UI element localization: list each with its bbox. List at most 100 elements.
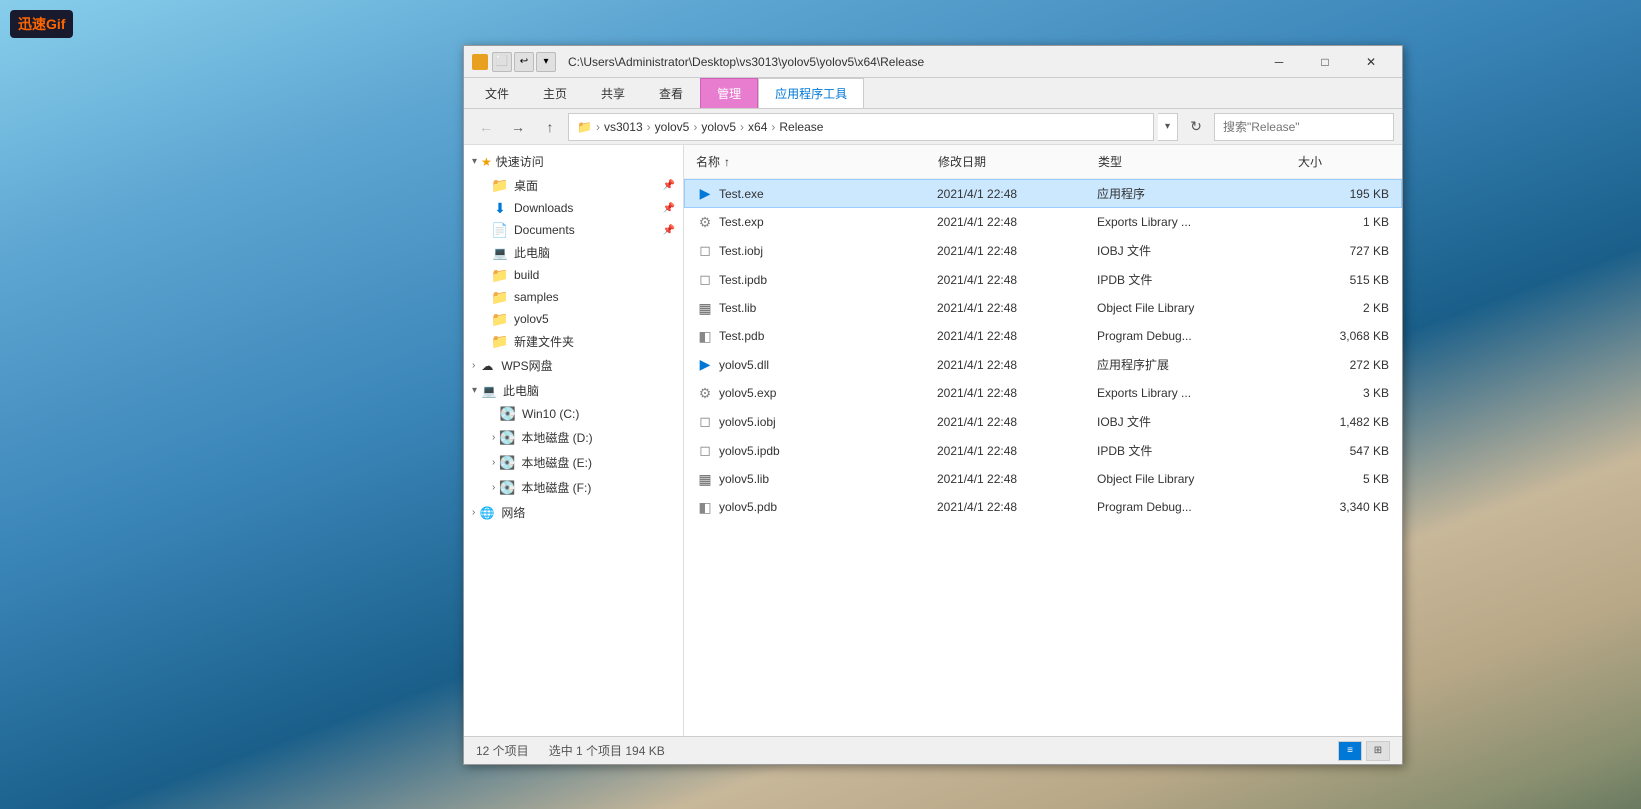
header-size[interactable]: 大小 bbox=[1294, 149, 1394, 174]
file-icon: ▶ bbox=[697, 357, 713, 373]
breadcrumb-release[interactable]: Release bbox=[779, 120, 823, 134]
table-row[interactable]: ◻ Test.ipdb 2021/4/1 22:48 IPDB 文件 515 K… bbox=[684, 265, 1402, 294]
quick-btn-3[interactable]: ▾ bbox=[536, 52, 556, 72]
table-row[interactable]: ◻ Test.iobj 2021/4/1 22:48 IOBJ 文件 727 K… bbox=[684, 236, 1402, 265]
file-name-cell: ◧ Test.pdb bbox=[693, 325, 933, 347]
close-button[interactable]: ✕ bbox=[1348, 46, 1394, 78]
tab-file[interactable]: 文件 bbox=[468, 78, 526, 108]
yolov5-icon: 📁 bbox=[492, 311, 508, 327]
breadcrumb-yolov5-2[interactable]: yolov5 bbox=[701, 120, 736, 134]
sidebar-wps-label: WPS网盘 bbox=[501, 357, 552, 374]
refresh-button[interactable]: ↻ bbox=[1182, 113, 1210, 141]
forward-button[interactable]: → bbox=[504, 113, 532, 141]
breadcrumb-x64[interactable]: x64 bbox=[748, 120, 767, 134]
table-row[interactable]: ▶ yolov5.dll 2021/4/1 22:48 应用程序扩展 272 K… bbox=[684, 350, 1402, 379]
list-view-button[interactable]: ≡ bbox=[1338, 741, 1362, 761]
file-size-cell: 5 KB bbox=[1293, 468, 1393, 490]
table-row[interactable]: ◧ Test.pdb 2021/4/1 22:48 Program Debug.… bbox=[684, 322, 1402, 350]
table-row[interactable]: ▶ Test.exe 2021/4/1 22:48 应用程序 195 KB bbox=[684, 179, 1402, 208]
ribbon-tab-list: 文件 主页 共享 查看 管理 应用程序工具 bbox=[464, 78, 1402, 108]
tab-manage[interactable]: 管理 bbox=[700, 78, 758, 108]
sidebar-item-documents[interactable]: 📄 Documents 📌 bbox=[464, 219, 683, 241]
file-size: 1 KB bbox=[1363, 215, 1389, 229]
breadcrumb-dropdown[interactable]: ▾ bbox=[1158, 113, 1178, 141]
sidebar-drive-d-expand[interactable]: › 💽 本地磁盘 (D:) bbox=[464, 425, 683, 450]
table-row[interactable]: ▦ yolov5.lib 2021/4/1 22:48 Object File … bbox=[684, 465, 1402, 493]
status-total: 12 个项目 bbox=[476, 742, 529, 759]
sidebar-item-yolov5[interactable]: 📁 yolov5 bbox=[464, 308, 683, 330]
ribbon: 文件 主页 共享 查看 管理 应用程序工具 bbox=[464, 78, 1402, 109]
table-row[interactable]: ⚙ Test.exp 2021/4/1 22:48 Exports Librar… bbox=[684, 208, 1402, 236]
file-type-cell: IPDB 文件 bbox=[1093, 268, 1293, 291]
file-size: 547 KB bbox=[1350, 444, 1389, 458]
search-input[interactable] bbox=[1214, 113, 1394, 141]
sidebar-drive-f-expand[interactable]: › 💽 本地磁盘 (F:) bbox=[464, 475, 683, 500]
file-list: 名称 ↑ 修改日期 类型 大小 ▶ Test.exe 202 bbox=[684, 145, 1402, 736]
file-date: 2021/4/1 22:48 bbox=[937, 386, 1017, 400]
file-size-cell: 515 KB bbox=[1293, 268, 1393, 291]
sidebar-item-samples[interactable]: 📁 samples bbox=[464, 286, 683, 308]
file-name: yolov5.lib bbox=[719, 472, 769, 486]
sidebar-this-pc[interactable]: ▾ 💻 此电脑 bbox=[464, 378, 683, 403]
file-size-cell: 2 KB bbox=[1293, 297, 1393, 319]
sidebar-item-desktop[interactable]: 📁 桌面 📌 bbox=[464, 174, 683, 197]
quick-access-arrow: ▾ bbox=[472, 156, 477, 167]
details-view-button[interactable]: ⊞ bbox=[1366, 741, 1390, 761]
file-date: 2021/4/1 22:48 bbox=[937, 301, 1017, 315]
file-name: yolov5.exp bbox=[719, 386, 776, 400]
file-icon: ⚙ bbox=[697, 385, 713, 401]
file-name-cell: ◻ Test.ipdb bbox=[693, 268, 933, 291]
up-button[interactable]: ↑ bbox=[536, 113, 564, 141]
sidebar-item-newfolder[interactable]: 📁 新建文件夹 bbox=[464, 330, 683, 353]
quick-access-star: ★ bbox=[481, 155, 492, 169]
tab-app-tools[interactable]: 应用程序工具 bbox=[758, 78, 864, 108]
header-date[interactable]: 修改日期 bbox=[934, 149, 1094, 174]
sidebar-desktop-label: 桌面 bbox=[514, 177, 538, 194]
sidebar-item-computer[interactable]: 💻 此电脑 bbox=[464, 241, 683, 264]
sidebar-drive-e-expand[interactable]: › 💽 本地磁盘 (E:) bbox=[464, 450, 683, 475]
file-name-cell: ▶ Test.exe bbox=[693, 182, 933, 205]
file-name-cell: ◻ Test.iobj bbox=[693, 239, 933, 262]
quick-btn-1[interactable]: ⬜ bbox=[492, 52, 512, 72]
sidebar-network[interactable]: › 🌐 网络 bbox=[464, 500, 683, 525]
quick-btn-2[interactable]: ↩ bbox=[514, 52, 534, 72]
file-type: 应用程序扩展 bbox=[1097, 356, 1169, 373]
table-row[interactable]: ▦ Test.lib 2021/4/1 22:48 Object File Li… bbox=[684, 294, 1402, 322]
sidebar-quick-access[interactable]: ▾ ★ 快速访问 bbox=[464, 149, 683, 174]
tab-view[interactable]: 查看 bbox=[642, 78, 700, 108]
header-type[interactable]: 类型 bbox=[1094, 149, 1294, 174]
breadcrumb-vs3013[interactable]: vs3013 bbox=[604, 120, 643, 134]
header-name[interactable]: 名称 ↑ bbox=[692, 149, 934, 174]
table-row[interactable]: ◧ yolov5.pdb 2021/4/1 22:48 Program Debu… bbox=[684, 493, 1402, 521]
file-name-cell: ◧ yolov5.pdb bbox=[693, 496, 933, 518]
file-name-cell: ◻ yolov5.iobj bbox=[693, 410, 933, 433]
file-size-cell: 1 KB bbox=[1293, 211, 1393, 233]
breadcrumb-yolov5-1[interactable]: yolov5 bbox=[655, 120, 690, 134]
status-selected: 选中 1 个项目 194 KB bbox=[549, 742, 665, 759]
window-icon bbox=[472, 54, 488, 70]
sidebar-item-downloads[interactable]: ⬇ Downloads 📌 bbox=[464, 197, 683, 219]
file-name: yolov5.pdb bbox=[719, 500, 777, 514]
sidebar-item-build[interactable]: 📁 build bbox=[464, 264, 683, 286]
table-row[interactable]: ⚙ yolov5.exp 2021/4/1 22:48 Exports Libr… bbox=[684, 379, 1402, 407]
table-row[interactable]: ◻ yolov5.iobj 2021/4/1 22:48 IOBJ 文件 1,4… bbox=[684, 407, 1402, 436]
breadcrumb[interactable]: 📁 › vs3013 › yolov5 › yolov5 › x64 › Rel… bbox=[568, 113, 1154, 141]
file-type: IOBJ 文件 bbox=[1097, 413, 1151, 430]
maximize-button[interactable]: □ bbox=[1302, 46, 1348, 78]
tab-home[interactable]: 主页 bbox=[526, 78, 584, 108]
minimize-button[interactable]: ─ bbox=[1256, 46, 1302, 78]
desktop-pin: 📌 bbox=[663, 180, 675, 191]
status-bar: 12 个项目 选中 1 个项目 194 KB ≡ ⊞ bbox=[464, 736, 1402, 764]
file-icon: ⚙ bbox=[697, 214, 713, 230]
back-button[interactable]: ← bbox=[472, 113, 500, 141]
sidebar: ▾ ★ 快速访问 📁 桌面 📌 ⬇ Downloads 📌 📄 Document… bbox=[464, 145, 684, 736]
file-date: 2021/4/1 22:48 bbox=[937, 444, 1017, 458]
tab-share[interactable]: 共享 bbox=[584, 78, 642, 108]
file-name-cell: ▶ yolov5.dll bbox=[693, 353, 933, 376]
file-type: IOBJ 文件 bbox=[1097, 242, 1151, 259]
table-row[interactable]: ◻ yolov5.ipdb 2021/4/1 22:48 IPDB 文件 547… bbox=[684, 436, 1402, 465]
sidebar-wps[interactable]: › ☁ WPS网盘 bbox=[464, 353, 683, 378]
file-type-cell: IPDB 文件 bbox=[1093, 439, 1293, 462]
sidebar-drive-c[interactable]: 💽 Win10 (C:) bbox=[464, 403, 683, 425]
file-type-cell: Object File Library bbox=[1093, 297, 1293, 319]
